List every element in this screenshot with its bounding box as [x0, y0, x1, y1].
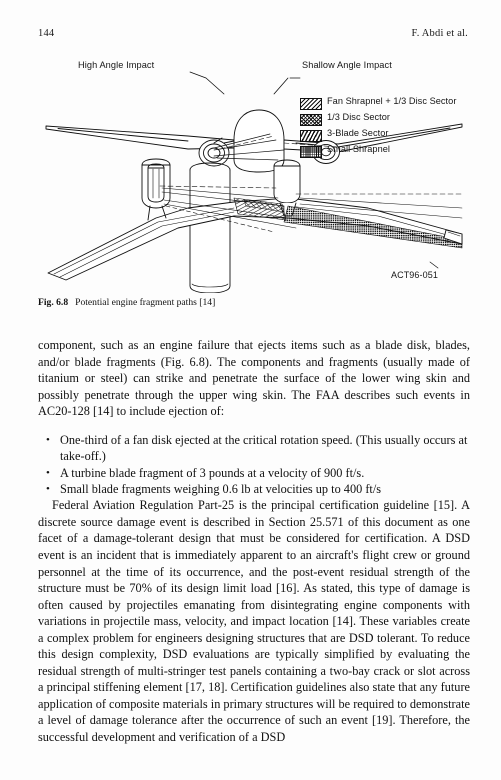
document-page: 144 F. Abdi et al. High Angle Impact Sha…	[0, 0, 501, 780]
legend-item: Fan Shrapnel + 1/3 Disc Sector	[300, 96, 470, 110]
list-item: One-third of a fan disk ejected at the c…	[38, 432, 470, 465]
running-head-authors: F. Abdi et al.	[411, 28, 468, 39]
paragraph-1: component, such as an engine failure tha…	[38, 338, 470, 419]
legend-item-label: Fan Shrapnel + 1/3 Disc Sector	[327, 96, 457, 106]
legend-item: 3-Blade Sector	[300, 128, 470, 142]
figure-caption-text: Potential engine fragment paths [14]	[75, 297, 216, 308]
list-item: Small blade fragments weighing 0.6 lb at…	[38, 481, 470, 498]
dot-grid-swatch-icon	[300, 146, 322, 158]
legend-item-label: 1/3 Disc Sector	[327, 112, 391, 122]
figure-caption-label: Fig. 6.8	[38, 297, 69, 308]
page-number: 144	[38, 28, 55, 39]
legend-item: 1/3 Disc Sector	[300, 112, 470, 126]
bullet-list: One-third of a fan disk ejected at the c…	[38, 432, 470, 498]
engine-fragment-paths-diagram	[45, 71, 463, 293]
list-item: A turbine blade fragment of 3 pounds at …	[38, 465, 470, 482]
figure-caption: Fig. 6.8 Potential engine fragment paths …	[38, 297, 470, 309]
body-text: component, such as an engine failure tha…	[38, 337, 470, 746]
diagonal-hatch-swatch-icon	[300, 98, 322, 110]
legend-item-label: Small Shrapnel	[327, 144, 391, 154]
legend-item-label: 3-Blade Sector	[327, 128, 389, 138]
label-shallow-angle-impact: Shallow Angle Impact	[302, 60, 392, 70]
legend-item: Small Shrapnel	[300, 144, 470, 158]
steep-hatch-swatch-icon	[300, 130, 322, 142]
figure-6-8: High Angle Impact Shallow Angle Impact A…	[38, 48, 470, 293]
figure-legend: Fan Shrapnel + 1/3 Disc Sector 1/3 Disc …	[300, 96, 470, 160]
label-drawing-code: ACT96-051	[391, 270, 438, 280]
cross-hatch-swatch-icon	[300, 114, 322, 126]
label-high-angle-impact: High Angle Impact	[78, 60, 155, 70]
running-head: 144 F. Abdi et al.	[38, 28, 468, 42]
paragraph-2: Federal Aviation Regulation Part-25 is t…	[38, 498, 470, 745]
